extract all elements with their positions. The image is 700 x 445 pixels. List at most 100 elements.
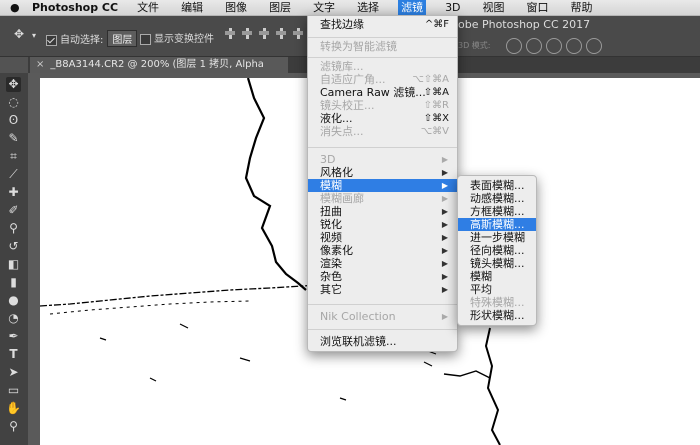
document-tab[interactable]: ×_B8A3144.CR2 @ 200% (图层 1 拷贝, Alpha 1/1… bbox=[30, 57, 288, 86]
filter-item-lens-correction[interactable]: 镜头校正... ⇧⌘R bbox=[308, 99, 457, 112]
filter-item-liquify[interactable]: 液化... ⇧⌘X bbox=[308, 112, 457, 125]
marquee-tool-icon[interactable]: ◌ bbox=[6, 95, 21, 110]
filter-item-noise[interactable]: 杂色 ▶ bbox=[308, 270, 457, 283]
gradient-tool-icon[interactable]: ▮ bbox=[6, 275, 21, 290]
menu-divider bbox=[308, 304, 457, 305]
rectangle-tool-icon[interactable]: ▭ bbox=[6, 383, 21, 398]
filter-item-3d[interactable]: 3D ▶ bbox=[308, 153, 457, 166]
filter-item-browse-online[interactable]: 浏览联机滤镜... bbox=[308, 335, 457, 348]
filter-item-label: 扭曲 bbox=[320, 205, 342, 218]
submenu-arrow-icon: ▶ bbox=[441, 220, 448, 229]
history-brush-tool-icon[interactable]: ↺ bbox=[6, 239, 21, 254]
tool-preset-chevron-icon[interactable]: ▾ bbox=[32, 31, 36, 40]
filter-item-sharpen[interactable]: 锐化 ▶ bbox=[308, 218, 457, 231]
blur-item-label: 高斯模糊... bbox=[470, 218, 525, 231]
menu-layer[interactable]: 图层 bbox=[266, 0, 294, 15]
3d-scale-icon[interactable] bbox=[586, 38, 602, 54]
filter-item-blur-gallery[interactable]: 模糊画廊 ▶ bbox=[308, 192, 457, 205]
filter-item-label: 模糊画廊 bbox=[320, 192, 364, 205]
move-tool-icon[interactable]: ✥ bbox=[6, 77, 21, 92]
clone-stamp-tool-icon[interactable]: ⚲ bbox=[6, 221, 21, 236]
healing-brush-tool-icon[interactable]: ✚ bbox=[6, 185, 21, 200]
hand-tool-icon[interactable]: ✋ bbox=[6, 401, 21, 416]
filter-item-find-edges[interactable]: 查找边缘 ^⌘F bbox=[308, 18, 457, 31]
crop-tool-icon[interactable]: ⌗ bbox=[6, 149, 21, 164]
align-middle-icon[interactable] bbox=[242, 28, 252, 39]
auto-select-checkbox[interactable] bbox=[46, 34, 57, 46]
zoom-tool-icon[interactable]: ⚲ bbox=[6, 419, 21, 434]
menu-image[interactable]: 图像 bbox=[222, 0, 250, 15]
filter-item-label: 3D bbox=[320, 153, 336, 166]
blur-item-label: 进一步模糊 bbox=[470, 231, 525, 244]
apple-icon[interactable]: ● bbox=[10, 1, 24, 14]
menu-view[interactable]: 视图 bbox=[480, 0, 508, 15]
filter-item-camera-raw[interactable]: Camera Raw 滤镜... ⇧⌘A bbox=[308, 86, 457, 99]
path-select-tool-icon[interactable]: ➤ bbox=[6, 365, 21, 380]
menu-file[interactable]: 文件 bbox=[134, 0, 162, 15]
menu-help[interactable]: 帮助 bbox=[568, 0, 596, 15]
menu-type[interactable]: 文字 bbox=[310, 0, 338, 15]
window-title-area: obe Photoshop CC 2017 3D 模式: bbox=[458, 16, 700, 56]
blur-item-motion[interactable]: 动感模糊... bbox=[458, 192, 536, 205]
align-left-icon[interactable] bbox=[276, 28, 286, 39]
filter-item-distort[interactable]: 扭曲 ▶ bbox=[308, 205, 457, 218]
show-transform-checkbox[interactable] bbox=[140, 33, 151, 45]
blur-item-surface[interactable]: 表面模糊... bbox=[458, 179, 536, 192]
align-bottom-icon[interactable] bbox=[259, 28, 269, 39]
filter-item-video[interactable]: 视频 ▶ bbox=[308, 231, 457, 244]
filter-item-other[interactable]: 其它 ▶ bbox=[308, 283, 457, 296]
3d-orbit-icon[interactable] bbox=[506, 38, 522, 54]
blur-item-smart[interactable]: 特殊模糊... bbox=[458, 296, 536, 309]
blur-item-average[interactable]: 平均 bbox=[458, 283, 536, 296]
blur-tool-icon[interactable]: ● bbox=[6, 293, 21, 308]
blur-item-label: 动感模糊... bbox=[470, 192, 525, 205]
blur-item-label: 模糊 bbox=[470, 270, 492, 283]
filter-item-blur[interactable]: 模糊 ▶ bbox=[308, 179, 457, 192]
eraser-tool-icon[interactable]: ◧ bbox=[6, 257, 21, 272]
menu-select[interactable]: 选择 bbox=[354, 0, 382, 15]
quick-select-tool-icon[interactable]: ✎ bbox=[6, 131, 21, 146]
filter-item-nik-collection[interactable]: Nik Collection ▶ bbox=[308, 310, 457, 323]
move-tool-icon[interactable]: ✥ bbox=[14, 27, 24, 41]
blur-item-shape[interactable]: 形状模糊... bbox=[458, 309, 536, 322]
filter-item-adaptive-wide-angle[interactable]: 自适应广角... ⌥⇧⌘A bbox=[308, 73, 457, 86]
filter-item-convert-smart[interactable]: 转换为智能滤镜 bbox=[308, 40, 457, 53]
filter-item-gallery[interactable]: 滤镜库... bbox=[308, 60, 457, 73]
menu-edit[interactable]: 编辑 bbox=[178, 0, 206, 15]
eyedropper-tool-icon[interactable]: ⟋ bbox=[6, 167, 21, 182]
filter-item-label: Nik Collection bbox=[320, 310, 396, 323]
filter-item-label: 视频 bbox=[320, 231, 342, 244]
align-top-icon[interactable] bbox=[225, 28, 235, 39]
filter-item-label: 转换为智能滤镜 bbox=[320, 40, 397, 53]
app-name-menu[interactable]: Photoshop CC bbox=[32, 1, 118, 14]
align-center-icon[interactable] bbox=[293, 28, 303, 39]
blur-item-box[interactable]: 方框模糊... bbox=[458, 205, 536, 218]
filter-item-pixelate[interactable]: 像素化 ▶ bbox=[308, 244, 457, 257]
submenu-arrow-icon: ▶ bbox=[441, 272, 448, 281]
blur-item-lens[interactable]: 镜头模糊... bbox=[458, 257, 536, 270]
close-tab-icon[interactable]: × bbox=[36, 59, 44, 70]
menu-divider bbox=[308, 57, 457, 58]
3d-slide-icon[interactable] bbox=[566, 38, 582, 54]
filter-item-stylize[interactable]: 风格化 ▶ bbox=[308, 166, 457, 179]
blur-item-blur-more[interactable]: 进一步模糊 bbox=[458, 231, 536, 244]
submenu-arrow-icon: ▶ bbox=[441, 155, 448, 164]
lasso-tool-icon[interactable]: ʘ bbox=[6, 113, 21, 128]
blur-item-gaussian[interactable]: 高斯模糊... bbox=[458, 218, 536, 231]
type-tool-icon[interactable]: T bbox=[6, 347, 21, 362]
brush-tool-icon[interactable]: ✐ bbox=[6, 203, 21, 218]
filter-item-render[interactable]: 渲染 ▶ bbox=[308, 257, 457, 270]
menu-filter[interactable]: 滤镜 bbox=[398, 0, 427, 15]
auto-select-dropdown[interactable]: 图层 bbox=[107, 30, 138, 47]
3d-roll-icon[interactable] bbox=[526, 38, 542, 54]
blur-item-blur[interactable]: 模糊 bbox=[458, 270, 536, 283]
blur-item-radial[interactable]: 径向模糊... bbox=[458, 244, 536, 257]
menu-window[interactable]: 窗口 bbox=[524, 0, 552, 15]
shortcut-label: ⇧⌘X bbox=[423, 113, 449, 124]
auto-select-label: 自动选择: bbox=[60, 35, 104, 46]
pen-tool-icon[interactable]: ✒ bbox=[6, 329, 21, 344]
menu-3d[interactable]: 3D bbox=[442, 0, 463, 15]
3d-pan-icon[interactable] bbox=[546, 38, 562, 54]
filter-item-vanishing-point[interactable]: 消失点... ⌥⌘V bbox=[308, 125, 457, 138]
dodge-tool-icon[interactable]: ◔ bbox=[6, 311, 21, 326]
